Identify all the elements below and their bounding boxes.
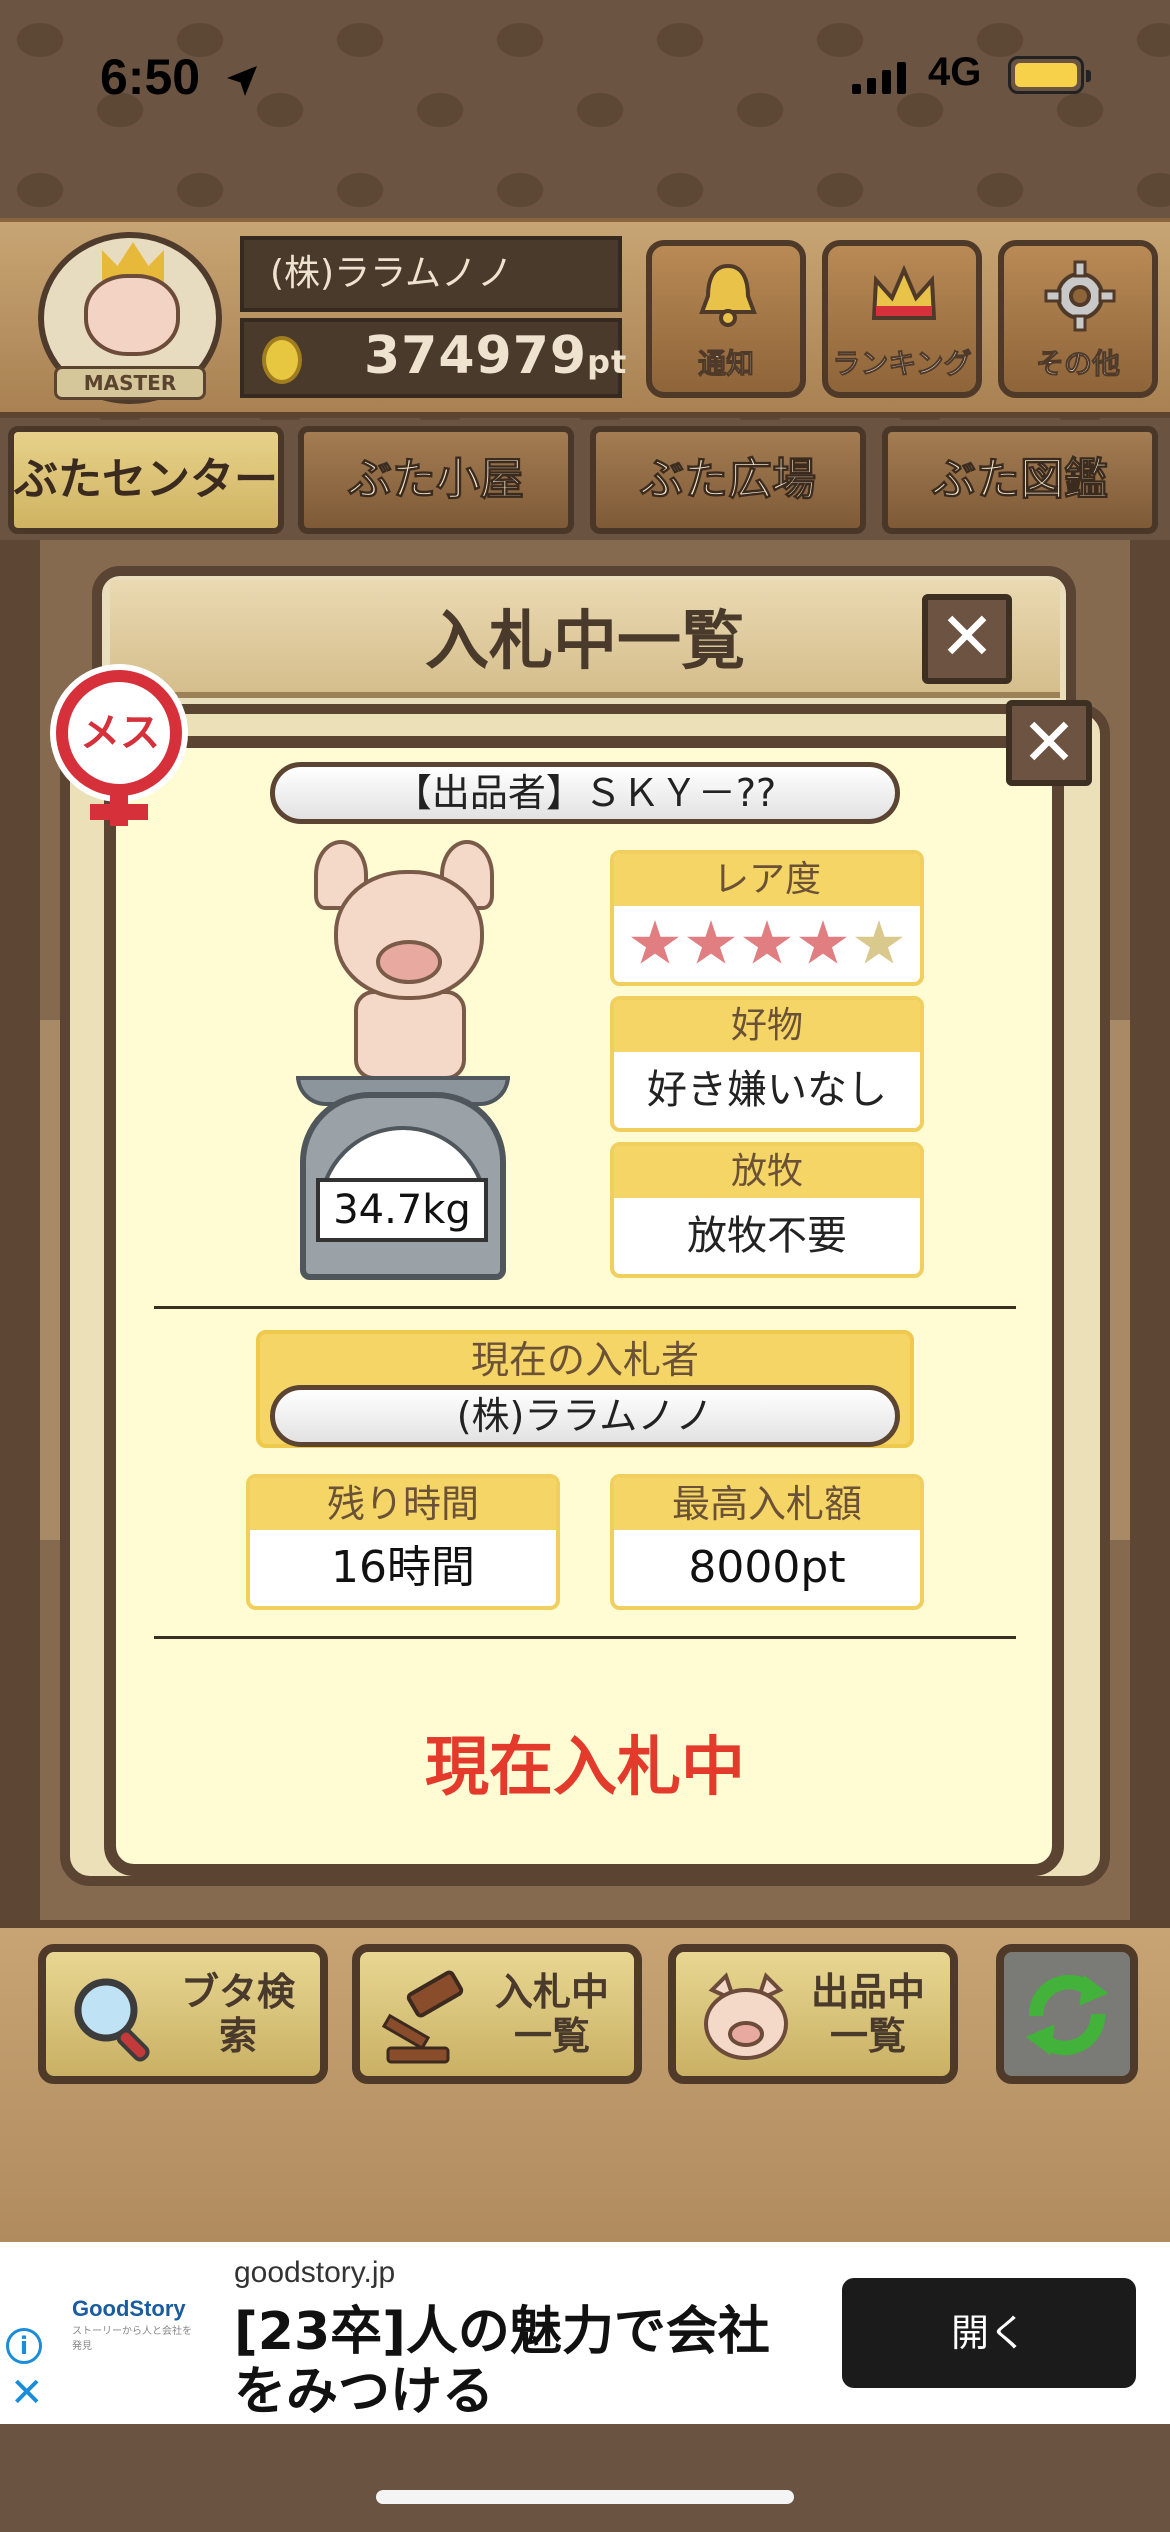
gear-icon <box>1044 260 1116 332</box>
star-icon <box>799 920 847 964</box>
favorite-value: 好き嫌いなし <box>647 1067 887 1113</box>
ad-headline[interactable]: [23卒]人の魅力で会社をみつける <box>234 2302 814 2422</box>
refresh-icon <box>1025 1974 1109 2056</box>
refresh-button[interactable] <box>996 1944 1138 2084</box>
pig-search-label: ブタ検索 <box>180 1970 295 2058</box>
grazing-label: 放牧 <box>614 1146 920 1198</box>
tab-buta-plaza[interactable]: ぶた広場 <box>590 426 866 534</box>
ad-logo-subtext: ストーリーから人と会社を発見 <box>72 2326 192 2352</box>
network-type: 4G <box>928 50 982 94</box>
remaining-time-label: 残り時間 <box>250 1478 556 1530</box>
status-bar: 6:50 4G <box>0 0 1170 150</box>
seller-name: 【出品者】ＳＫＹ－?? <box>270 762 900 824</box>
master-badge[interactable]: MASTER <box>38 232 222 404</box>
favorite-label: 好物 <box>614 1000 920 1052</box>
clock-text: 6:50 <box>100 49 201 105</box>
pig-search-button[interactable]: ブタ検索 <box>38 1944 328 2084</box>
star-icon <box>743 920 791 964</box>
star-icon <box>687 920 735 964</box>
pig-face-icon <box>704 1972 788 2060</box>
grazing-value: 放牧不要 <box>687 1213 847 1259</box>
badge-label: MASTER <box>54 366 206 400</box>
points-unit: pt <box>587 343 628 381</box>
magnifier-icon <box>74 1978 150 2062</box>
highest-bid-label: 最高入札額 <box>614 1478 920 1530</box>
notification-button[interactable]: 通知 <box>646 240 806 398</box>
star-icon <box>631 920 679 964</box>
battery-icon <box>1008 56 1091 94</box>
modal-close-button[interactable]: ✕ <box>922 594 1012 684</box>
ad-logo-text: GoodStory <box>72 2296 186 2321</box>
player-name: (株)ララムノノ <box>240 236 622 312</box>
listing-list-label: 出品中 一覧 <box>810 1970 925 2058</box>
crown-icon <box>871 264 937 320</box>
remaining-time-box: 残り時間 16時間 <box>246 1474 560 1610</box>
ranking-button[interactable]: ランキング <box>822 240 982 398</box>
status-time: 6:50 <box>100 48 260 106</box>
divider <box>154 1636 1016 1639</box>
other-label: その他 <box>1035 347 1120 381</box>
current-bidder-label: 現在の入札者 <box>470 1338 699 1382</box>
listing-list-button[interactable]: 出品中 一覧 <box>668 1944 958 2084</box>
ad-domain: goodstory.jp <box>234 2256 396 2289</box>
coin-icon <box>262 336 302 384</box>
favorite-food-box: 好物 好き嫌いなし <box>610 996 924 1132</box>
notification-label: 通知 <box>697 347 754 381</box>
close-icon: ✕ <box>1021 704 1077 781</box>
rarity-box: レア度 <box>610 850 924 986</box>
current-bidder-name: (株)ララムノノ <box>270 1385 900 1447</box>
detail-close-button[interactable]: ✕ <box>1006 700 1092 786</box>
sex-label: メス <box>80 710 160 756</box>
ranking-label: ランキング <box>832 347 972 381</box>
star-icon <box>855 920 903 964</box>
divider <box>154 1306 1016 1309</box>
tab-buta-center[interactable]: ぶたセンター <box>8 426 284 534</box>
highest-bid-box: 最高入札額 8000pt <box>610 1474 924 1610</box>
rarity-label: レア度 <box>614 854 920 906</box>
home-indicator[interactable] <box>376 2490 794 2504</box>
ad-open-button[interactable]: 開く <box>842 2278 1136 2388</box>
location-arrow-icon <box>226 65 257 96</box>
nav-tabs: ぶたセンター ぶた小屋 ぶた広場 ぶた図鑑 <box>0 420 1170 540</box>
bid-status: 現在入札中 <box>425 1731 745 1805</box>
close-icon: ✕ <box>939 598 995 675</box>
signal-strength-icon <box>852 60 906 94</box>
female-badge: メス <box>50 664 188 832</box>
pig-avatar-icon <box>84 274 180 356</box>
other-button[interactable]: その他 <box>998 240 1158 398</box>
tab-buta-hut[interactable]: ぶた小屋 <box>298 426 574 534</box>
points-value: 374979 <box>364 326 588 386</box>
pig-weight: 34.7kg <box>316 1178 488 1242</box>
ad-logo: GoodStory ストーリーから人と会社を発見 <box>72 2296 192 2366</box>
grazing-box: 放牧 放牧不要 <box>610 1142 924 1278</box>
bidding-list-button[interactable]: 入札中 一覧 <box>352 1944 642 2084</box>
ad-banner[interactable]: i ✕ GoodStory ストーリーから人と会社を発見 goodstory.j… <box>0 2242 1170 2424</box>
highest-bid-value: 8000pt <box>688 1542 846 1593</box>
rarity-stars <box>614 906 920 968</box>
points-display: 374979pt <box>240 318 626 398</box>
bidding-list-label: 入札中 一覧 <box>494 1970 609 2058</box>
ad-close-icon[interactable]: ✕ <box>10 2370 44 2416</box>
gavel-icon <box>381 1970 464 2064</box>
bottom-background <box>0 2424 1170 2532</box>
bell-icon <box>699 263 757 327</box>
tab-buta-encyclopedia[interactable]: ぶた図鑑 <box>882 426 1158 534</box>
ad-info-icon[interactable]: i <box>6 2328 42 2364</box>
remaining-time-value: 16時間 <box>331 1542 475 1593</box>
